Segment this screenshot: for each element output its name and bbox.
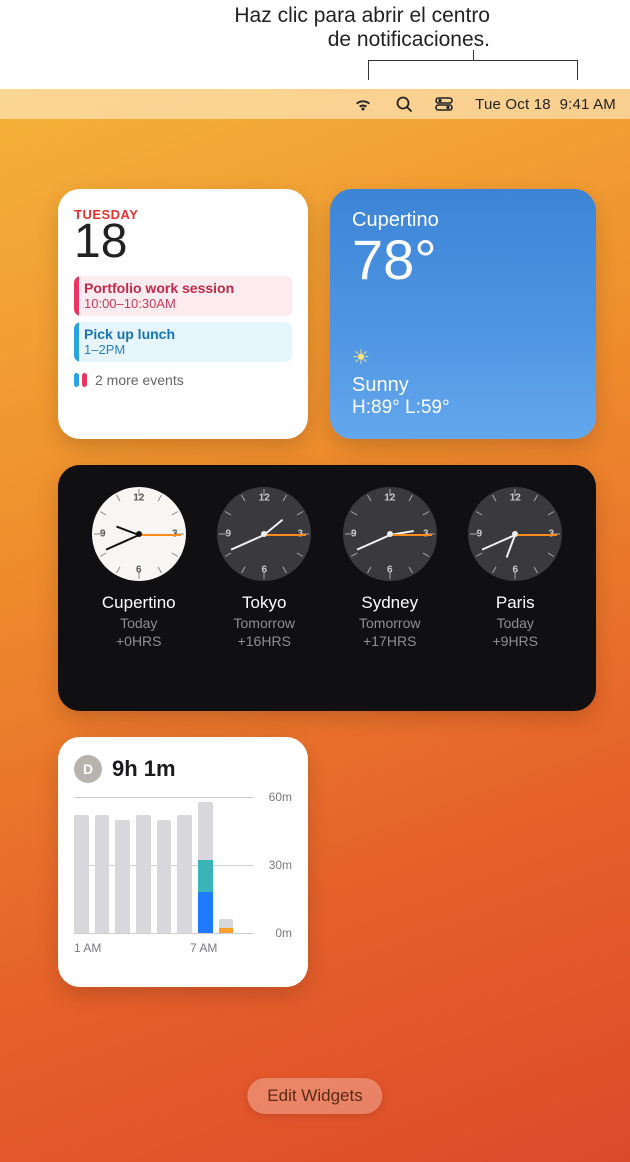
chart-bar bbox=[198, 802, 213, 933]
widgets-panel: TUESDAY 18 Portfolio work session10:00–1… bbox=[58, 189, 598, 987]
spotlight-search-icon[interactable] bbox=[395, 95, 413, 113]
annotation-line1: Haz clic para abrir el centro bbox=[234, 4, 490, 27]
calendar-widget[interactable]: TUESDAY 18 Portfolio work session10:00–1… bbox=[58, 189, 308, 439]
chart-bar bbox=[74, 815, 89, 933]
chart-bar bbox=[95, 815, 110, 933]
clock-face-icon: 12369 bbox=[343, 487, 437, 581]
calendar-date-number: 18 bbox=[74, 218, 292, 266]
clock-day-label: Tomorrow bbox=[204, 615, 324, 631]
annotation-text: Haz clic para abrir el centro de notific… bbox=[130, 4, 490, 52]
world-clock-item[interactable]: 12369 Tokyo Tomorrow +16HRS bbox=[204, 487, 324, 649]
chart-y-tick: 30m bbox=[269, 858, 292, 872]
world-clock-item[interactable]: 12369 Sydney Tomorrow +17HRS bbox=[330, 487, 450, 649]
clock-city: Paris bbox=[455, 593, 575, 613]
clock-city: Cupertino bbox=[79, 593, 199, 613]
clock-face-icon: 12369 bbox=[217, 487, 311, 581]
calendar-event-title: Pick up lunch bbox=[84, 326, 284, 342]
annotation-bracket bbox=[368, 60, 578, 80]
calendar-more-label: 2 more events bbox=[95, 372, 184, 388]
calendar-event-title: Portfolio work session bbox=[84, 280, 284, 296]
weather-condition: Sunny bbox=[352, 374, 574, 397]
calendar-event-time: 1–2PM bbox=[84, 342, 284, 357]
menubar-datetime[interactable]: Tue Oct 18 9:41 AM bbox=[475, 96, 616, 113]
clock-day-label: Tomorrow bbox=[330, 615, 450, 631]
screen-time-total: 9h 1m bbox=[112, 756, 176, 782]
menubar: Tue Oct 18 9:41 AM bbox=[0, 89, 630, 119]
clock-day-label: Today bbox=[79, 615, 199, 631]
chart-bar bbox=[115, 820, 130, 933]
calendar-more-dots-icon bbox=[74, 373, 87, 387]
screen-time-chart: 0m30m60m1 AM7 AM bbox=[74, 797, 292, 955]
screen-time-badge: D bbox=[74, 755, 102, 783]
chart-y-tick: 0m bbox=[275, 926, 292, 940]
clock-offset: +16HRS bbox=[204, 633, 324, 649]
world-clock-widget[interactable]: 12369 Cupertino Today +0HRS 12369 Tokyo Tomorr… bbox=[58, 465, 596, 711]
calendar-event[interactable]: Pick up lunch1–2PM bbox=[74, 322, 292, 362]
edit-widgets-button[interactable]: Edit Widgets bbox=[247, 1078, 382, 1114]
clock-offset: +9HRS bbox=[455, 633, 575, 649]
annotation-line2: de notificaciones. bbox=[328, 28, 490, 51]
clock-face-icon: 12369 bbox=[92, 487, 186, 581]
menubar-time: 9:41 AM bbox=[560, 96, 616, 113]
calendar-more-row[interactable]: 2 more events bbox=[74, 372, 292, 388]
calendar-events-list: Portfolio work session10:00–10:30AM Pick … bbox=[74, 276, 292, 362]
world-clock-item[interactable]: 12369 Cupertino Today +0HRS bbox=[79, 487, 199, 649]
annotation-callout: Haz clic para abrir el centro de notific… bbox=[0, 0, 630, 89]
chart-x-tick: 1 AM bbox=[74, 941, 101, 955]
clock-city: Sydney bbox=[330, 593, 450, 613]
chart-y-tick: 60m bbox=[269, 790, 292, 804]
weather-range: H:89° L:59° bbox=[352, 397, 574, 419]
chart-bar bbox=[157, 820, 172, 933]
clock-face-icon: 12369 bbox=[468, 487, 562, 581]
menubar-date: Tue Oct 18 bbox=[475, 96, 551, 113]
weather-widget[interactable]: Cupertino 78° ☀ Sunny H:89° L:59° bbox=[330, 189, 596, 439]
screen-time-widget[interactable]: D 9h 1m 0m 30m 60m 1 AM 7 AM bbox=[58, 737, 308, 987]
wifi-icon[interactable] bbox=[353, 97, 373, 112]
chart-bar bbox=[219, 919, 234, 933]
desktop-area: Tue Oct 18 9:41 AM TUESDAY 18 Portfolio … bbox=[0, 89, 630, 1162]
clock-offset: +17HRS bbox=[330, 633, 450, 649]
weather-temperature: 78° bbox=[352, 232, 574, 288]
control-center-icon[interactable] bbox=[435, 97, 453, 111]
calendar-event[interactable]: Portfolio work session10:00–10:30AM bbox=[74, 276, 292, 316]
chart-x-tick: 7 AM bbox=[190, 941, 217, 955]
clock-day-label: Today bbox=[455, 615, 575, 631]
chart-bar bbox=[177, 815, 192, 933]
chart-bar bbox=[136, 815, 151, 933]
clock-city: Tokyo bbox=[204, 593, 324, 613]
clock-offset: +0HRS bbox=[79, 633, 199, 649]
calendar-event-time: 10:00–10:30AM bbox=[84, 296, 284, 311]
annotation-stem bbox=[473, 50, 474, 60]
world-clock-item[interactable]: 12369 Paris Today +9HRS bbox=[455, 487, 575, 649]
sun-icon: ☀ bbox=[352, 345, 574, 370]
